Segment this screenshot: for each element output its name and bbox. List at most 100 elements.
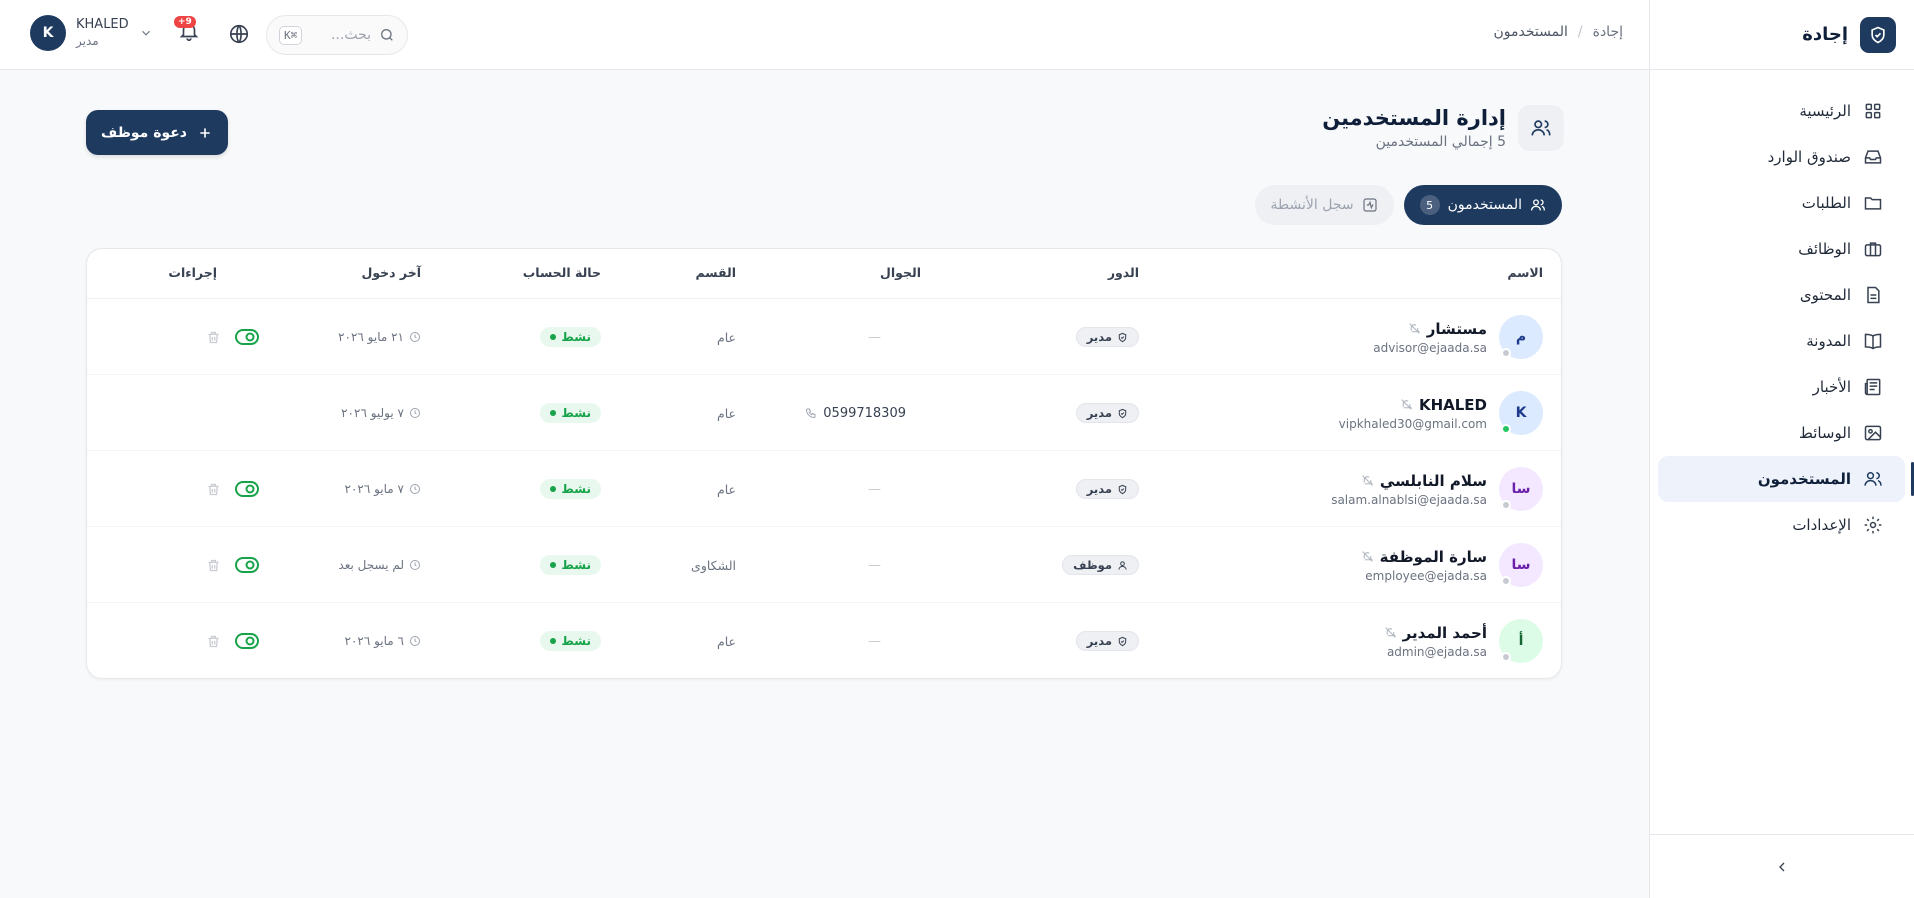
sidebar-item-inbox[interactable]: صندوق الوارد xyxy=(1658,134,1905,180)
topbar: إجادة / المستخدمون K KHALED مدير 9+ بحث.… xyxy=(0,0,1649,70)
breadcrumb: إجادة / المستخدمون xyxy=(1494,24,1623,40)
search-input[interactable]: بحث... ⌘K xyxy=(266,15,408,55)
collapse-sidebar-button[interactable] xyxy=(1650,834,1914,898)
clock-icon xyxy=(410,560,420,570)
user-email: salam.alnablsi@ejaada.sa xyxy=(1331,492,1487,507)
sidebar-item-label: الوظائف xyxy=(1798,240,1851,258)
table-row[interactable]: أ أحمد المدير admin@ejada.sa مدير — عام … xyxy=(87,603,1561,678)
toggle-on-icon xyxy=(235,329,259,345)
image-icon xyxy=(1864,425,1882,441)
folder-icon xyxy=(1864,197,1882,210)
shield-logo-icon xyxy=(1860,16,1896,53)
th-name: الاسم xyxy=(1507,265,1543,280)
user-name: مستشار xyxy=(1426,319,1487,338)
page-subtitle: 5 إجمالي المستخدمين xyxy=(1375,134,1506,150)
notifications-off-icon xyxy=(1384,627,1396,638)
table-row[interactable]: K KHALED vipkhaled30@gmail.com مدير 0599… xyxy=(87,375,1561,451)
th-department: القسم xyxy=(695,265,737,280)
table-row[interactable]: م مستشار advisor@ejaada.sa مدير — عام نش… xyxy=(87,299,1561,375)
users-icon xyxy=(1518,105,1564,151)
notifications-off-icon xyxy=(1361,551,1373,562)
breadcrumb-root[interactable]: إجادة xyxy=(1593,24,1623,40)
brand[interactable]: إجادة xyxy=(1650,0,1914,70)
sidebar-item-gear[interactable]: الإعدادات xyxy=(1658,502,1905,548)
shield-icon xyxy=(1118,332,1127,342)
trash-icon xyxy=(208,331,219,343)
user-department: عام xyxy=(716,405,736,421)
sidebar-item-users[interactable]: المستخدمون xyxy=(1658,456,1914,502)
users-icon xyxy=(1531,199,1545,211)
toggle-active-button[interactable] xyxy=(235,632,259,650)
grid-icon xyxy=(1865,103,1881,119)
presence-dot xyxy=(1501,652,1511,662)
th-last-login: آخر دخول xyxy=(361,265,421,280)
toggle-active-button[interactable] xyxy=(235,556,259,574)
user-name: سارة الموظفة xyxy=(1379,547,1487,566)
sidebar-item-label: الإعدادات xyxy=(1792,516,1851,534)
sidebar-item-document[interactable]: المحتوى xyxy=(1658,272,1905,318)
sidebar-item-label: المدونة xyxy=(1806,332,1851,350)
user-name: أحمد المدير xyxy=(1402,623,1487,642)
book-icon xyxy=(1864,333,1882,350)
avatar: سا xyxy=(1499,467,1543,511)
invite-employee-button[interactable]: دعوة موظف xyxy=(86,110,228,155)
notifications-off-icon xyxy=(1362,475,1374,486)
status-badge: نشط xyxy=(540,479,601,499)
user-name: KHALED xyxy=(1418,395,1487,414)
sidebar-item-label: الأخبار xyxy=(1812,378,1851,396)
delete-user-button[interactable] xyxy=(206,482,221,497)
sidebar-item-image[interactable]: الوسائط xyxy=(1658,410,1905,456)
delete-user-button[interactable] xyxy=(206,558,221,573)
toggle-on-icon xyxy=(235,481,259,497)
tab-users[interactable]: المستخدمون 5 xyxy=(1403,185,1562,225)
user-mobile: — xyxy=(868,481,881,497)
delete-user-button[interactable] xyxy=(206,330,221,345)
avatar: م xyxy=(1499,315,1543,359)
sidebar-item-book[interactable]: المدونة xyxy=(1658,318,1905,364)
avatar: سا xyxy=(1499,543,1543,587)
chevron-down-icon xyxy=(141,30,150,36)
toggle-active-button[interactable] xyxy=(235,328,259,346)
sidebar-item-briefcase[interactable]: الوظائف xyxy=(1658,226,1905,272)
last-login: ٧ يوليو ٢٠٢٦ xyxy=(341,406,404,420)
search-icon xyxy=(381,29,393,41)
trash-icon xyxy=(208,483,219,495)
sidebar-item-label: المستخدمون xyxy=(1757,470,1851,488)
search-shortcut: ⌘K xyxy=(279,25,303,45)
table-row[interactable]: سا سارة الموظفة employee@ejada.sa موظف —… xyxy=(87,527,1561,603)
table-row[interactable]: سا سلام النابلسي salam.alnablsi@ejaada.s… xyxy=(87,451,1561,527)
notifications-button[interactable]: 9+ xyxy=(174,16,200,42)
tab-activity-log[interactable]: سجل الأنشطة xyxy=(1254,185,1394,225)
briefcase-icon xyxy=(1864,242,1882,257)
sidebar-item-label: صندوق الوارد xyxy=(1767,148,1851,166)
globe-icon xyxy=(229,24,249,44)
language-button[interactable] xyxy=(228,23,250,45)
sidebar-item-label: الطلبات xyxy=(1801,194,1851,212)
toggle-active-button[interactable] xyxy=(235,480,259,498)
sidebar-item-grid[interactable]: الرئيسية xyxy=(1658,88,1905,134)
user-menu[interactable]: K KHALED مدير xyxy=(30,15,153,51)
role-badge: مدير xyxy=(1075,631,1139,651)
users-table: الاسم الدور الجوال القسم حالة الحساب آخر… xyxy=(86,248,1562,679)
presence-dot xyxy=(1501,424,1511,434)
newspaper-icon xyxy=(1864,378,1881,396)
notifications-off-icon xyxy=(1401,399,1413,410)
sidebar-item-folder[interactable]: الطلبات xyxy=(1658,180,1905,226)
avatar: K xyxy=(30,15,66,51)
th-actions: إجراءات xyxy=(168,265,217,280)
page-title: إدارة المستخدمين xyxy=(1322,106,1506,130)
inbox-icon xyxy=(1864,150,1882,164)
user-department: عام xyxy=(716,633,736,649)
presence-dot xyxy=(1501,348,1511,358)
user-mobile: — xyxy=(868,633,881,649)
sidebar-item-label: المحتوى xyxy=(1799,286,1851,304)
sidebar-item-label: الوسائط xyxy=(1798,424,1851,442)
clock-icon xyxy=(410,408,420,418)
sidebar-item-newspaper[interactable]: الأخبار xyxy=(1658,364,1905,410)
clock-icon xyxy=(410,636,420,646)
delete-user-button[interactable] xyxy=(206,634,221,649)
breadcrumb-separator: / xyxy=(1577,24,1583,40)
brand-name: إجادة xyxy=(1802,24,1848,45)
user-email: employee@ejada.sa xyxy=(1365,568,1487,583)
th-role: الدور xyxy=(1107,265,1139,280)
